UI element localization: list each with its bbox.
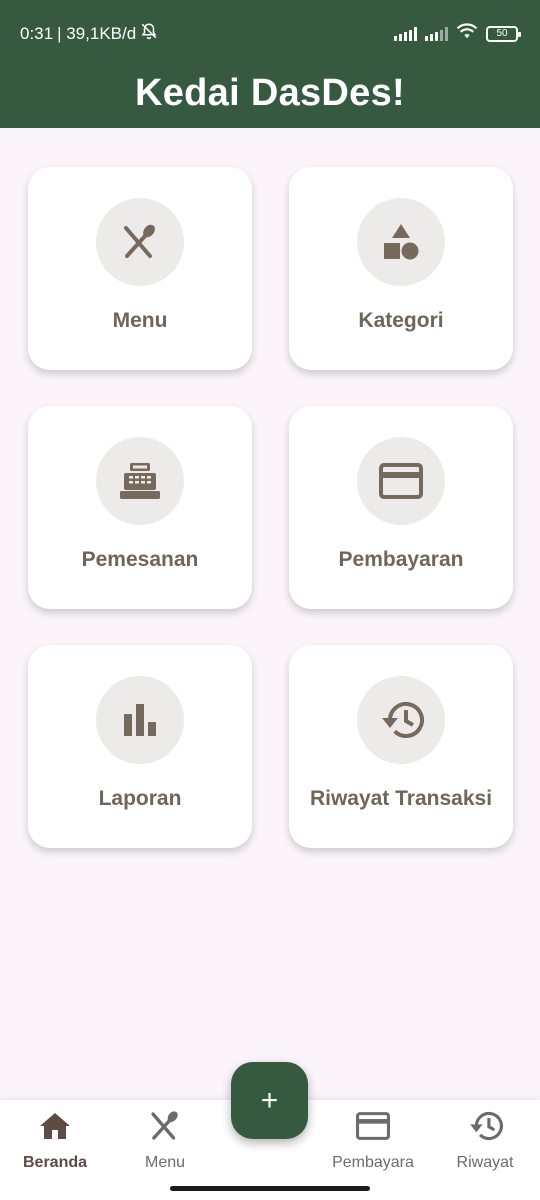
card-pembayaran-label: Pembayaran: [338, 548, 464, 571]
battery-icon: 50: [486, 25, 521, 42]
card-riwayat-transaksi-label: Riwayat Transaksi: [309, 787, 493, 810]
nav-item-beranda[interactable]: Beranda: [0, 1108, 110, 1172]
nav-item-label: Menu: [144, 1154, 186, 1171]
fork-spoon-icon: [148, 1108, 182, 1144]
credit-card-icon: [356, 1108, 390, 1144]
add-fab-button[interactable]: +: [231, 1062, 308, 1139]
nav-item-riwayat[interactable]: Riwayat: [430, 1108, 540, 1172]
card-kategori-label: Kategori: [358, 309, 444, 332]
app-title: Kedai DasDes!: [134, 71, 405, 114]
status-left: 0:31 | 39,1KB/d: [20, 22, 158, 45]
history-icon: [357, 676, 445, 764]
card-pemesanan-label: Pemesanan: [81, 548, 199, 571]
cash-register-icon: [96, 437, 184, 525]
wifi-icon: [456, 22, 478, 45]
credit-card-icon: [357, 437, 445, 525]
home-indicator: [170, 1186, 370, 1191]
card-kategori[interactable]: Kategori: [289, 167, 513, 370]
nav-item-label: Pembayara: [332, 1154, 414, 1171]
card-pembayaran[interactable]: Pembayaran: [289, 406, 513, 609]
status-right: 50: [394, 22, 521, 45]
app-bar: Kedai DasDes!: [0, 58, 540, 128]
fork-spoon-icon: [96, 198, 184, 286]
dashboard-grid: Menu Kategori Pemesanan Pembayaran Lapor…: [28, 167, 513, 848]
card-laporan-label: Laporan: [98, 787, 182, 810]
home-icon: [38, 1108, 72, 1144]
bell-off-icon: [140, 22, 158, 45]
signal-icon: [425, 26, 448, 41]
signal-icon: [394, 26, 417, 41]
nav-item-label: Riwayat: [456, 1154, 514, 1171]
bar-chart-icon: [96, 676, 184, 764]
card-pemesanan[interactable]: Pemesanan: [28, 406, 252, 609]
status-network-speed: | 39,1KB/d: [57, 23, 137, 43]
status-time: 0:31: [20, 23, 54, 43]
status-bar: 0:31 | 39,1KB/d 50: [0, 0, 540, 58]
shapes-icon: [357, 198, 445, 286]
card-laporan[interactable]: Laporan: [28, 645, 252, 848]
nav-item-label: Beranda: [22, 1154, 88, 1171]
card-menu-label: Menu: [112, 309, 168, 332]
nav-item-pembayaran[interactable]: Pembayara: [318, 1108, 428, 1172]
card-menu[interactable]: Menu: [28, 167, 252, 370]
card-riwayat-transaksi[interactable]: Riwayat Transaksi: [289, 645, 513, 848]
history-icon: [467, 1108, 503, 1144]
nav-item-menu[interactable]: Menu: [110, 1108, 220, 1172]
